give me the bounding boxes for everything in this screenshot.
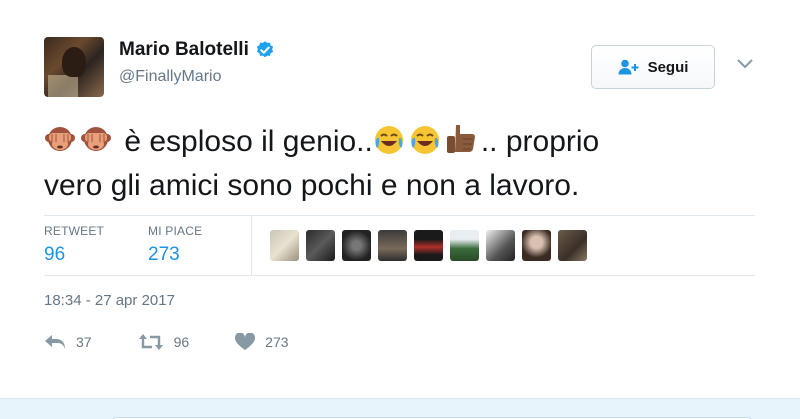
liker-avatar[interactable] (414, 230, 443, 261)
joy-icon (374, 126, 403, 154)
author-name[interactable]: Mario Balotelli (119, 39, 249, 61)
follow-person-icon (618, 59, 639, 75)
liker-avatar[interactable] (342, 230, 371, 261)
liker-avatar[interactable] (522, 230, 551, 261)
see-no-evil-monkey-icon (81, 127, 111, 151)
reply-footer (0, 398, 800, 419)
likes-stat-count: 273 (148, 244, 180, 265)
retweet-stat-label: RETWEET (44, 224, 105, 238)
author-name-row: Mario Balotelli (119, 39, 275, 61)
retweet-stat[interactable]: RETWEET 96 (44, 224, 104, 266)
liker-avatar[interactable] (378, 230, 407, 261)
verified-icon (256, 41, 273, 58)
author-handle[interactable]: @FinallyMario (119, 68, 221, 86)
liker-avatar[interactable] (306, 230, 335, 261)
like-button[interactable]: 273 (235, 333, 289, 351)
heart-icon (235, 333, 256, 350)
divider-bottom (44, 275, 755, 276)
liker-avatar[interactable] (270, 230, 299, 261)
tweet-line-1: è esploso il genio.. .. proprio (44, 120, 754, 164)
likes-stat-label: MI PIACE (148, 224, 203, 238)
retweet-icon (138, 334, 163, 350)
tweet-text: è esploso il genio.. .. proprio vero gli… (44, 120, 754, 208)
joy-icon (410, 126, 439, 154)
tweet-actions: 37 96 273 (44, 333, 335, 351)
retweet-button[interactable]: 96 (138, 333, 190, 351)
reply-button[interactable]: 37 (44, 334, 92, 350)
follow-button[interactable]: Segui (591, 45, 715, 89)
tweet-text-part-1: è esploso il genio.. (124, 125, 373, 158)
reply-icon (45, 335, 65, 349)
retweet-stat-count: 96 (44, 244, 66, 265)
avatar[interactable] (44, 37, 104, 97)
retweet-action-count: 96 (173, 334, 190, 350)
liker-avatar[interactable] (450, 230, 479, 261)
liker-avatar[interactable] (558, 230, 587, 261)
reply-count: 37 (76, 334, 92, 350)
likers-avatars (270, 230, 587, 261)
like-count: 273 (265, 334, 289, 350)
stats-separator (251, 216, 252, 276)
liker-avatar[interactable] (486, 230, 515, 261)
tweet-stats: RETWEET 96 MI PIACE 273 (44, 216, 755, 276)
tweet-timestamp[interactable]: 18:34 - 27 apr 2017 (44, 292, 175, 309)
likes-stat[interactable]: MI PIACE 273 (148, 224, 202, 266)
see-no-evil-monkey-icon (45, 127, 75, 151)
tweet-card: Mario Balotelli @FinallyMario Segui è es… (0, 0, 800, 398)
follow-button-label: Segui (647, 58, 689, 76)
chevron-down-icon[interactable] (736, 58, 754, 70)
tweet-line-2: vero gli amici sono pochi e non a lavoro… (44, 169, 580, 202)
tweet-text-part-2: .. proprio (480, 125, 600, 158)
thumbs-up-icon (446, 125, 475, 153)
